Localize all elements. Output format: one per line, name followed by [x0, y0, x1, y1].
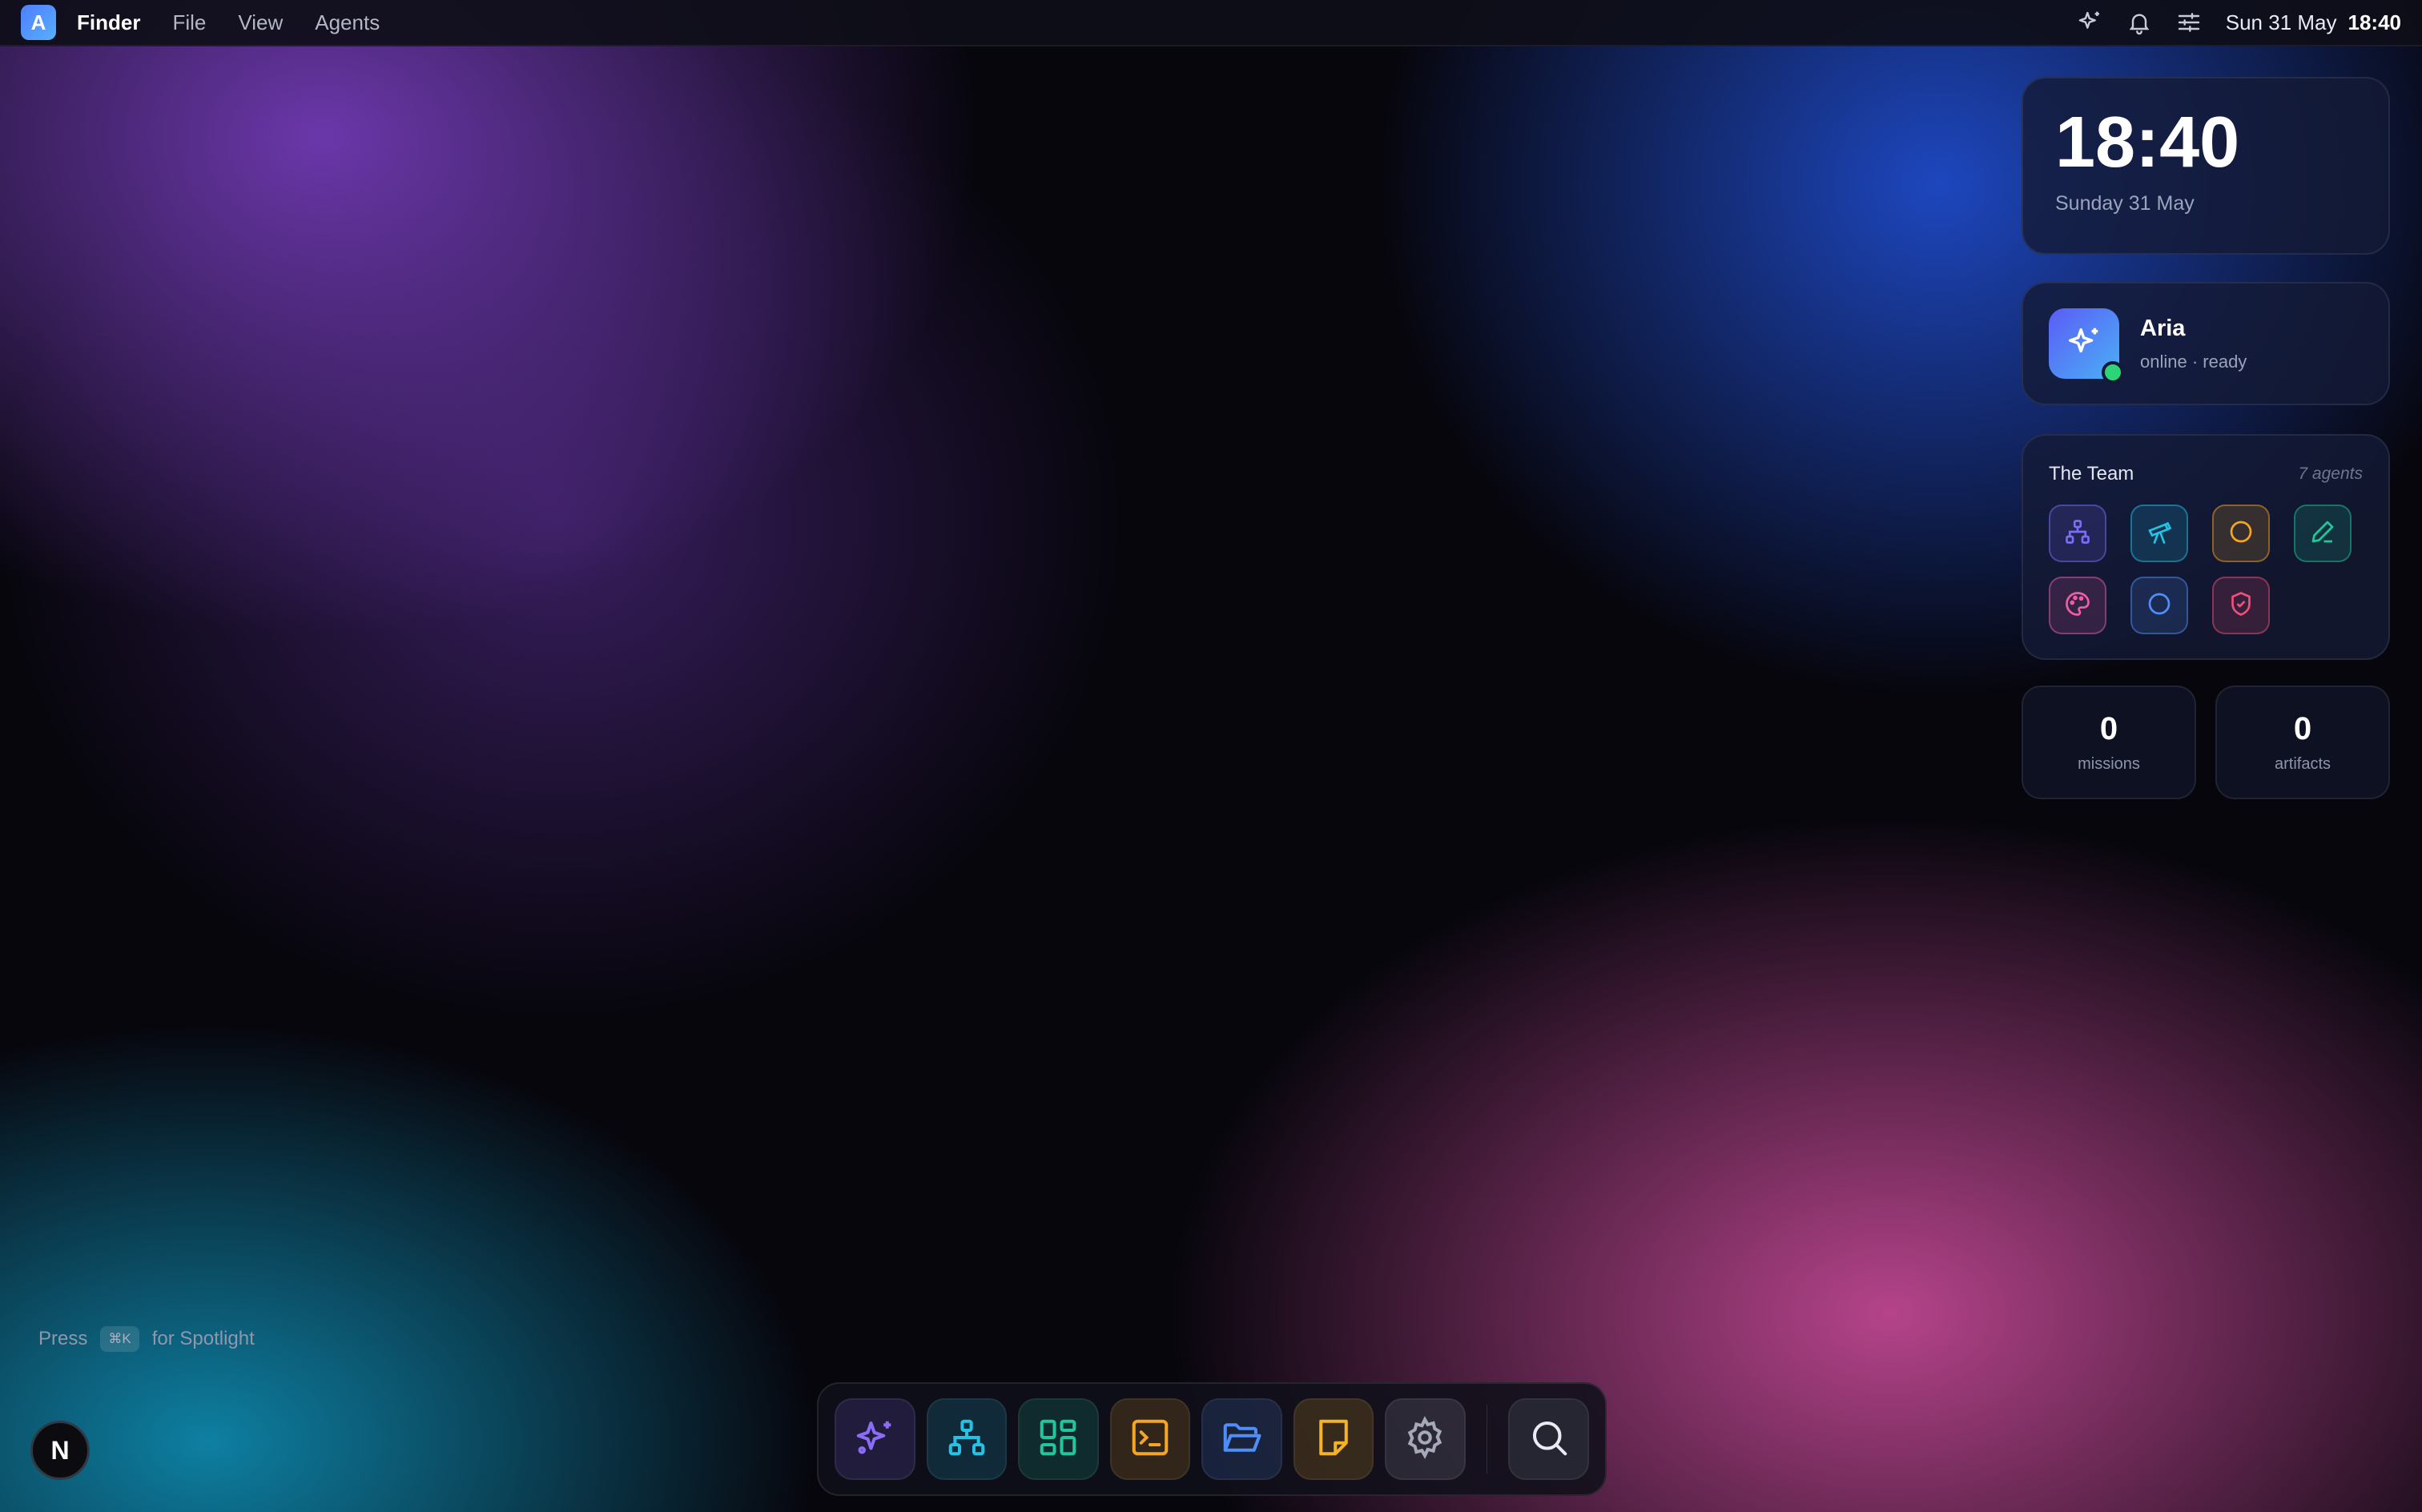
- artifacts-label: artifacts: [2274, 755, 2331, 773]
- agent-tile[interactable]: [2130, 505, 2188, 562]
- spotlight-hint-suffix: for Spotlight: [151, 1328, 255, 1349]
- clock-date: Sunday 31 May: [2055, 192, 2195, 215]
- dock-item-settings[interactable]: [1385, 1398, 1466, 1480]
- note-icon: [1312, 1416, 1355, 1463]
- team-title: The Team: [2049, 463, 2134, 485]
- dock-item-terminal[interactable]: [1109, 1398, 1190, 1480]
- agent-tile[interactable]: [2130, 577, 2188, 634]
- corner-badge[interactable]: N: [30, 1421, 90, 1480]
- assistant-widget[interactable]: Aria online · ready: [2022, 282, 2390, 405]
- dock-separator: [1486, 1405, 1488, 1474]
- shield-check-icon: [2227, 589, 2255, 622]
- org-chart-icon: [2063, 517, 2092, 550]
- menu-file[interactable]: File: [172, 10, 206, 35]
- pen-icon: [2308, 517, 2337, 550]
- missions-label: missions: [2078, 755, 2140, 773]
- menu-view[interactable]: View: [238, 10, 283, 35]
- palette-icon: [2063, 589, 2092, 622]
- folder-open-icon: [1220, 1416, 1263, 1463]
- spotlight-shortcut-key: ⌘K: [100, 1326, 139, 1352]
- agent-tile[interactable]: [2049, 577, 2106, 634]
- menubar-date[interactable]: Sun 31 May: [2226, 10, 2337, 35]
- agent-tile[interactable]: [2212, 577, 2270, 634]
- clock-widget: 18:40 Sunday 31 May: [2022, 77, 2390, 255]
- spotlight-hint-prefix: Press: [38, 1328, 88, 1349]
- assistant-avatar: [2049, 308, 2124, 384]
- bell-icon[interactable]: [2126, 10, 2152, 35]
- telescope-icon: [2145, 517, 2174, 550]
- circle-icon: [2227, 517, 2255, 550]
- dock-item-org-chart[interactable]: [926, 1398, 1007, 1480]
- spotlight-hint: Press ⌘K for Spotlight: [38, 1326, 255, 1352]
- menu-bar: A Finder File View Agents Sun 31 May 18:…: [0, 0, 2422, 46]
- missions-count: 0: [2099, 711, 2118, 746]
- online-status-dot: [2102, 361, 2124, 384]
- dock-item-files[interactable]: [1201, 1398, 1282, 1480]
- assistant-status: online · ready: [2140, 351, 2247, 372]
- sparkles-icon: [2066, 324, 2102, 364]
- menu-app-name[interactable]: Finder: [77, 10, 140, 35]
- sparkles-icon[interactable]: [2077, 10, 2102, 35]
- dock-item-assistant[interactable]: [835, 1398, 915, 1480]
- dock-item-notes[interactable]: [1293, 1398, 1374, 1480]
- dock: [817, 1382, 1607, 1496]
- menu-agents[interactable]: Agents: [315, 10, 380, 35]
- team-widget: The Team 7 agents: [2022, 434, 2390, 660]
- dock-item-search[interactable]: [1508, 1398, 1589, 1480]
- grid-icon: [1036, 1416, 1080, 1463]
- missions-stat[interactable]: 0 missions: [2022, 686, 2196, 799]
- dock-item-dashboard[interactable]: [1018, 1398, 1099, 1480]
- assistant-name: Aria: [2140, 315, 2186, 341]
- org-chart-icon: [945, 1416, 988, 1463]
- artifacts-count: 0: [2293, 711, 2312, 746]
- artifacts-stat[interactable]: 0 artifacts: [2215, 686, 2390, 799]
- app-logo[interactable]: A: [21, 5, 56, 40]
- agent-tile[interactable]: [2294, 505, 2352, 562]
- circle-icon: [2145, 589, 2174, 622]
- sliders-icon[interactable]: [2176, 10, 2202, 35]
- terminal-icon: [1129, 1416, 1172, 1463]
- team-count: 7 agents: [2298, 464, 2363, 483]
- search-icon: [1527, 1416, 1571, 1463]
- team-grid: [2049, 505, 2363, 634]
- agent-tile[interactable]: [2212, 505, 2270, 562]
- menubar-time[interactable]: 18:40: [2348, 10, 2402, 35]
- sparkles-icon: [853, 1416, 896, 1463]
- agent-tile[interactable]: [2049, 505, 2106, 562]
- clock-time: 18:40: [2055, 103, 2240, 183]
- gear-icon: [1403, 1415, 1446, 1463]
